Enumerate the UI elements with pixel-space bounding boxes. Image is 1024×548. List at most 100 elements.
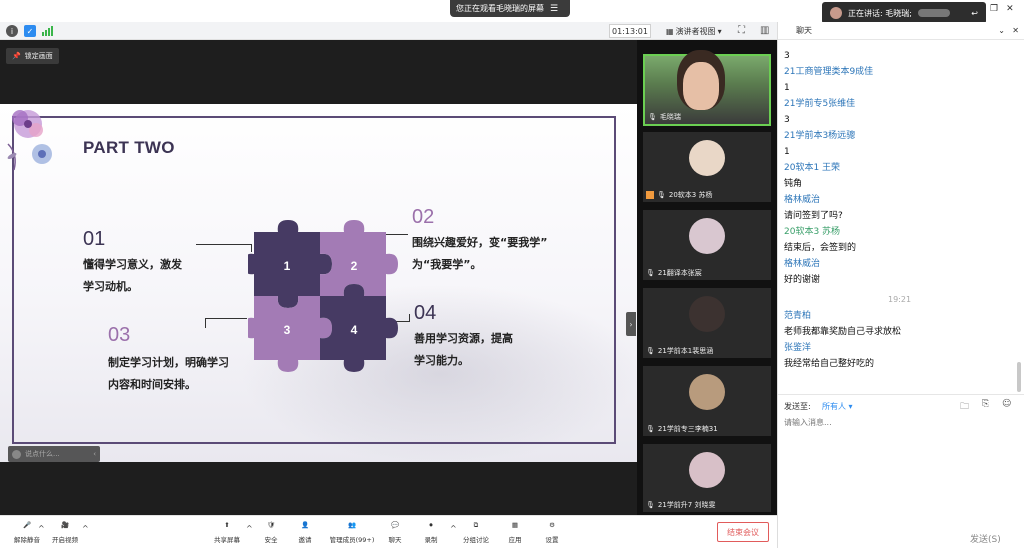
chat-message-list: 3 21工商管理类本9成佳 1 21学前专5张维佳 3 21学前本3杨远骢 1 20软本1 王… <box>778 42 1014 402</box>
apps-icon: ▦ <box>511 521 519 529</box>
chat-sender: 范青柏 <box>784 311 812 321</box>
chevron-up-icon[interactable]: ^ <box>82 524 89 533</box>
emoji-icon[interactable]: ☺ <box>1002 399 1011 409</box>
connector-03 <box>205 318 247 328</box>
puzzle-piece-2 <box>320 220 398 296</box>
record-icon: ⏺ <box>429 520 433 529</box>
collapse-video-panel-button[interactable]: › <box>626 312 636 336</box>
screenshot-icon[interactable]: ⎘ <box>982 399 989 409</box>
avatar <box>689 374 725 410</box>
shield-icon: 🛡 <box>266 521 276 529</box>
chevron-down-icon[interactable]: ⌄ <box>998 26 1005 35</box>
chat-header: 聊天 ⌄ ✕ <box>778 22 1024 40</box>
window-controls: ❐ ✕ <box>990 4 1014 14</box>
mic-off-icon: 🎤 <box>22 521 32 529</box>
chat-message: 请问签到了吗? <box>784 211 843 221</box>
chat-scrollbar[interactable] <box>1016 42 1022 392</box>
video-tile-speaker[interactable]: 🎙 毛晓瑞 <box>643 54 771 126</box>
video-panel: 🎙 毛晓瑞 🎙 20软本3 苏杨 🎙 21翻译本张宸 🎙 21学前本1裴思涵 🎙… <box>637 40 777 515</box>
item-01-line2: 学习动机。 <box>83 280 138 293</box>
chat-message: 老师我都靠奖励自己寻求放松 <box>784 327 902 337</box>
chat-icon: 💬 <box>390 521 400 529</box>
mic-muted-icon: 🎙 <box>646 501 655 509</box>
close-icon[interactable]: ✕ <box>1012 26 1019 35</box>
sidebar-toggle-icon[interactable]: ▥ <box>760 25 769 36</box>
close-window-icon[interactable]: ✕ <box>1006 4 1014 14</box>
bottom-toolbar: 🎤 解除静音 ^ 🎥 开启视频 ^ ⬆ 共享屏幕 ^ 🛡 安全 👤 邀请 👥 管… <box>0 515 777 548</box>
chat-message: 3 <box>784 51 790 61</box>
say-something-input[interactable]: 说点什么... ‹ <box>8 446 100 462</box>
send-to-dropdown[interactable]: 所有人 ▾ <box>822 401 853 412</box>
connector-01 <box>196 244 252 252</box>
view-mode-label: 演讲者视图 <box>675 26 716 36</box>
video-tile[interactable]: 🎙 20软本3 苏杨 <box>643 132 771 202</box>
puzzle-label-4: 4 <box>351 323 358 337</box>
chat-message: 3 <box>784 115 790 125</box>
chevron-down-icon: ▾ <box>717 26 722 36</box>
send-button[interactable]: 发送(S) <box>970 532 1001 545</box>
video-off-icon: 🎥 <box>60 521 70 529</box>
participant-name: 21学前本1裴思涵 <box>657 347 714 355</box>
slide-title: PART TWO <box>83 138 175 157</box>
unmute-label: 解除静音 <box>14 536 40 544</box>
info-icon[interactable]: i <box>6 25 18 37</box>
fullscreen-icon[interactable]: ⛶ <box>738 25 745 36</box>
share-screen-label: 共享屏幕 <box>214 536 240 544</box>
item-04-line2: 学习能力。 <box>414 354 469 367</box>
mic-muted-icon: 🎙 <box>657 191 666 199</box>
chat-input[interactable] <box>784 415 1004 429</box>
video-tile[interactable]: 🎙 21学前升7 刘晓雯 <box>643 444 771 512</box>
chat-sender: 21学前本3杨远骢 <box>784 131 856 141</box>
participant-name: 20软本3 苏杨 <box>668 191 713 199</box>
speaker-avatar-icon <box>830 7 842 19</box>
video-tile[interactable]: 🎙 21学前本1裴思涵 <box>643 288 771 358</box>
video-tile[interactable]: 🎙 21翻译本张宸 <box>643 210 771 280</box>
pin-icon: 📌 <box>12 52 21 60</box>
item-number-02: 02 <box>412 206 435 228</box>
grid-icon: ▦ <box>666 26 674 36</box>
video-tile-name: 🎙 20软本3 苏杨 <box>646 190 712 200</box>
avatar <box>689 140 725 176</box>
chat-sender: 张鉴洋 <box>784 343 812 353</box>
participant-name: 毛晓瑞 <box>659 113 681 121</box>
video-tile-name: 🎙 21学前本1裴思涵 <box>646 346 713 356</box>
invite-label: 邀请 <box>298 536 312 544</box>
presentation-slide: PART TWO 01 懂得学习意义，激发 学习动机。 02 围绕兴趣爱好，变“… <box>0 104 637 462</box>
participant-name: 21学前升7 刘晓雯 <box>657 501 716 509</box>
chat-sender: 格林威治 <box>784 195 821 205</box>
signal-icon[interactable] <box>42 25 54 37</box>
meeting-app: 您正在观看毛晓瑞的屏幕 ☰ 正在讲话: 毛晓瑞; ↩ ❐ ✕ i ✓ 01:13… <box>0 0 1024 548</box>
video-tile[interactable]: 🎙 21学前专三李楠31 <box>643 366 771 436</box>
item-01-line1: 懂得学习意义，激发 <box>83 258 182 271</box>
settings-button[interactable]: ⚙ 设置 <box>525 518 579 548</box>
chevron-down-icon: ▾ <box>848 402 853 411</box>
folder-icon[interactable]: 🗀 <box>960 399 969 415</box>
start-video-button[interactable]: 🎥 开启视频 <box>38 518 92 548</box>
chat-sender: 20软本1 王荣 <box>784 163 841 173</box>
lock-view-button[interactable]: 📌 锁定画面 <box>6 48 59 64</box>
share-banner[interactable]: 您正在观看毛晓瑞的屏幕 ☰ <box>450 0 570 17</box>
mic-muted-icon: 🎙 <box>646 425 655 433</box>
chat-message: 结束后，会签到的 <box>784 243 857 253</box>
shield-icon[interactable]: ✓ <box>24 25 36 37</box>
meeting-timer: 01:13:01 <box>609 24 651 38</box>
emoji-icon[interactable] <box>12 449 21 459</box>
add-user-icon: 👤 <box>300 521 310 529</box>
share-screen-icon: ⬆ <box>224 521 230 529</box>
menu-icon[interactable]: ☰ <box>550 4 558 14</box>
end-meeting-button[interactable]: 结束会议 <box>717 522 769 542</box>
reply-icon[interactable]: ↩ <box>971 9 978 18</box>
item-text-03: 制定学习计划，明确学习 内容和时间安排。 <box>108 352 229 396</box>
restore-icon[interactable]: ❐ <box>990 4 998 14</box>
send-to-value: 所有人 <box>822 402 846 411</box>
speaking-label: 正在讲话: 毛晓瑞; <box>848 8 912 18</box>
chevron-left-icon[interactable]: ‹ <box>93 450 96 458</box>
view-mode-dropdown[interactable]: ▦ 演讲者视图 ▾ <box>662 24 726 38</box>
speaker-blur <box>917 9 950 17</box>
item-text-04: 善用学习资源，提高 学习能力。 <box>414 328 513 372</box>
chat-panel: 聊天 ⌄ ✕ 3 21工商管理类本9成佳 1 21学前专5张维佳 3 21学前本3杨远骢 1… <box>777 22 1024 548</box>
scroll-thumb[interactable] <box>1017 362 1021 392</box>
participant-name: 21翻译本张宸 <box>657 269 702 277</box>
participant-name: 21学前专三李楠31 <box>657 425 718 433</box>
mic-muted-icon: 🎙 <box>646 269 655 277</box>
